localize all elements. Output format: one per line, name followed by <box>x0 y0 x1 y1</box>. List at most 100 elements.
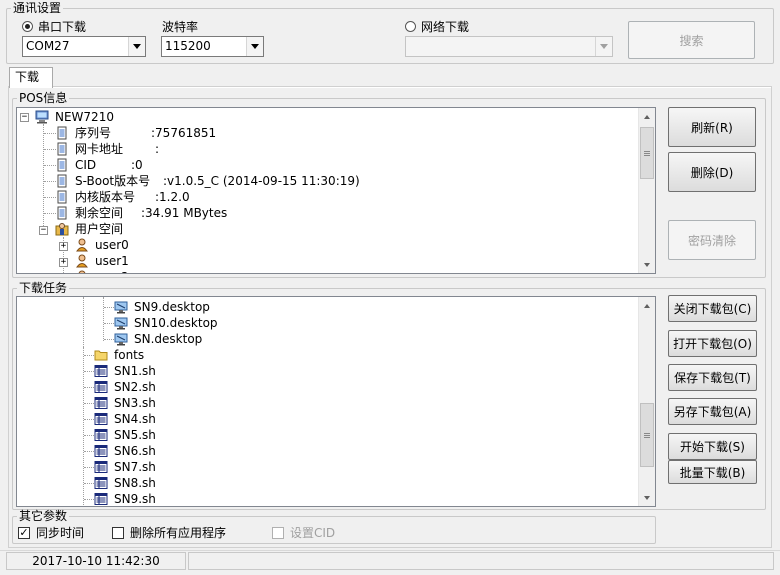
tree-root-label[interactable]: NEW7210 <box>55 109 114 125</box>
save-as-package-button[interactable]: 另存下载包(A) <box>668 398 757 425</box>
desktop-file-icon <box>114 300 128 314</box>
collapse-icon[interactable]: − <box>39 226 48 235</box>
set-cid-label: 设置CID <box>290 526 336 540</box>
script-file-icon <box>94 380 108 394</box>
desktop-file-label: SN.desktop <box>134 332 203 346</box>
pos-info-legend: POS信息 <box>19 91 68 105</box>
batch-download-button[interactable]: 批量下载(B) <box>668 460 757 484</box>
pos-item-label: 序列号 <box>75 126 112 140</box>
download-task-tree[interactable]: SN9.desktop SN10.desktop SN.desktop font… <box>16 296 656 507</box>
save-package-button[interactable]: 保存下载包(T) <box>668 364 757 391</box>
set-cid-checkbox[interactable]: 设置CID <box>272 524 335 541</box>
user-space-label[interactable]: 用户空间 <box>75 221 123 237</box>
app-window: { "comm": { "legend": "通讯设置", "serial_la… <box>0 0 780 575</box>
status-datetime: 2017-10-10 11:42:30 <box>32 554 160 568</box>
sync-time-checkbox[interactable]: ✓ 同步时间 <box>18 524 84 541</box>
port-value: COM27 <box>26 39 70 53</box>
delete-all-apps-label: 删除所有应用程序 <box>130 526 227 540</box>
delete-button[interactable]: 删除(D) <box>668 152 756 192</box>
expand-icon[interactable]: + <box>59 242 68 251</box>
pos-item-value: :34.91 MBytes <box>141 206 228 220</box>
sh-file-label: SN6.sh <box>114 444 156 458</box>
pos-item-label: CID <box>75 158 97 172</box>
pos-info-tree[interactable]: − NEW7210 序列号 :75761851 网卡地址 : CID :0 S-… <box>16 107 656 274</box>
pos-item-label: 剩余空间 <box>75 206 124 220</box>
sh-file-label: SN7.sh <box>114 460 156 474</box>
other-params-legend: 其它参数 <box>19 509 68 523</box>
script-file-icon <box>94 460 108 474</box>
script-file-icon <box>94 396 108 410</box>
checkbox-box <box>112 526 124 539</box>
scroll-down-icon[interactable] <box>639 256 655 273</box>
scroll-thumb[interactable] <box>640 403 654 467</box>
open-package-button[interactable]: 打开下载包(O) <box>668 330 757 357</box>
document-icon <box>55 190 69 204</box>
sh-file-label: SN3.sh <box>114 396 156 410</box>
refresh-button[interactable]: 刷新(R) <box>668 107 756 147</box>
password-clear-button[interactable]: 密码清除 <box>668 220 756 260</box>
search-button[interactable]: 搜索 <box>628 21 755 59</box>
user-icon <box>75 254 89 268</box>
baud-rate-value: 115200 <box>165 39 211 53</box>
computer-icon <box>35 110 49 124</box>
network-select[interactable] <box>405 36 613 57</box>
scroll-up-icon[interactable] <box>639 297 655 314</box>
collapse-icon[interactable]: − <box>20 113 29 122</box>
chevron-down-icon[interactable] <box>595 37 612 56</box>
scroll-down-icon[interactable] <box>639 489 655 506</box>
serial-download-label: 串口下载 <box>38 20 87 34</box>
baud-rate-select[interactable]: 115200 <box>161 36 264 57</box>
pos-item-label: 网卡地址 <box>75 142 124 156</box>
desktop-file-label: SN9.desktop <box>134 300 210 314</box>
start-download-button[interactable]: 开始下载(S) <box>668 433 757 460</box>
pos-item-value: :0 <box>131 158 143 172</box>
tab-download-label: 下载 <box>15 70 40 84</box>
pos-tree-scrollbar[interactable] <box>638 108 655 273</box>
network-download-label: 网络下载 <box>421 20 470 34</box>
user-icon <box>75 238 89 252</box>
pos-item-value: :75761851 <box>151 126 217 140</box>
network-download-radio[interactable]: 网络下载 <box>405 18 469 35</box>
sh-file-label: SN8.sh <box>114 476 156 490</box>
user-icon <box>75 270 89 273</box>
sync-time-label: 同步时间 <box>36 526 85 540</box>
document-icon <box>55 126 69 140</box>
document-icon <box>55 206 69 220</box>
user-space-icon <box>55 222 69 236</box>
download-tree-scrollbar[interactable] <box>638 297 655 506</box>
download-task-legend: 下载任务 <box>19 281 68 295</box>
tab-download[interactable]: 下载 <box>9 67 53 88</box>
script-file-icon <box>94 476 108 490</box>
script-file-icon <box>94 444 108 458</box>
folder-label: fonts <box>114 348 145 362</box>
sh-file-label: SN9.sh <box>114 492 156 506</box>
sh-file-label: SN2.sh <box>114 380 156 394</box>
pos-item-value: :v1.0.5_C (2014-09-15 11:30:19) <box>163 174 360 188</box>
scroll-up-icon[interactable] <box>639 108 655 125</box>
user-label: user2 <box>95 269 129 273</box>
serial-download-radio[interactable]: 串口下载 <box>22 18 86 35</box>
expand-icon[interactable]: + <box>59 258 68 267</box>
radio-indicator <box>22 21 33 32</box>
pos-item-value: : <box>155 142 160 156</box>
status-panel-empty <box>188 552 774 570</box>
sh-file-label: SN4.sh <box>114 412 156 426</box>
pos-item-label: 内核版本号 <box>75 190 136 204</box>
checkbox-box <box>272 526 284 539</box>
script-file-icon <box>94 412 108 426</box>
close-package-button[interactable]: 关闭下载包(C) <box>668 295 757 322</box>
baud-rate-label: 波特率 <box>162 20 199 34</box>
desktop-file-icon <box>114 316 128 330</box>
delete-all-apps-checkbox[interactable]: 删除所有应用程序 <box>112 524 226 541</box>
scroll-thumb[interactable] <box>640 127 654 179</box>
port-select[interactable]: COM27 <box>22 36 146 57</box>
document-icon <box>55 142 69 156</box>
document-icon <box>55 158 69 172</box>
chevron-down-icon[interactable] <box>128 37 145 56</box>
chevron-down-icon[interactable] <box>246 37 263 56</box>
status-datetime-panel: 2017-10-10 11:42:30 <box>6 552 186 570</box>
pos-item-value: :1.2.0 <box>155 190 190 204</box>
desktop-file-icon <box>114 332 128 346</box>
script-file-icon <box>94 492 108 506</box>
radio-indicator <box>405 21 416 32</box>
